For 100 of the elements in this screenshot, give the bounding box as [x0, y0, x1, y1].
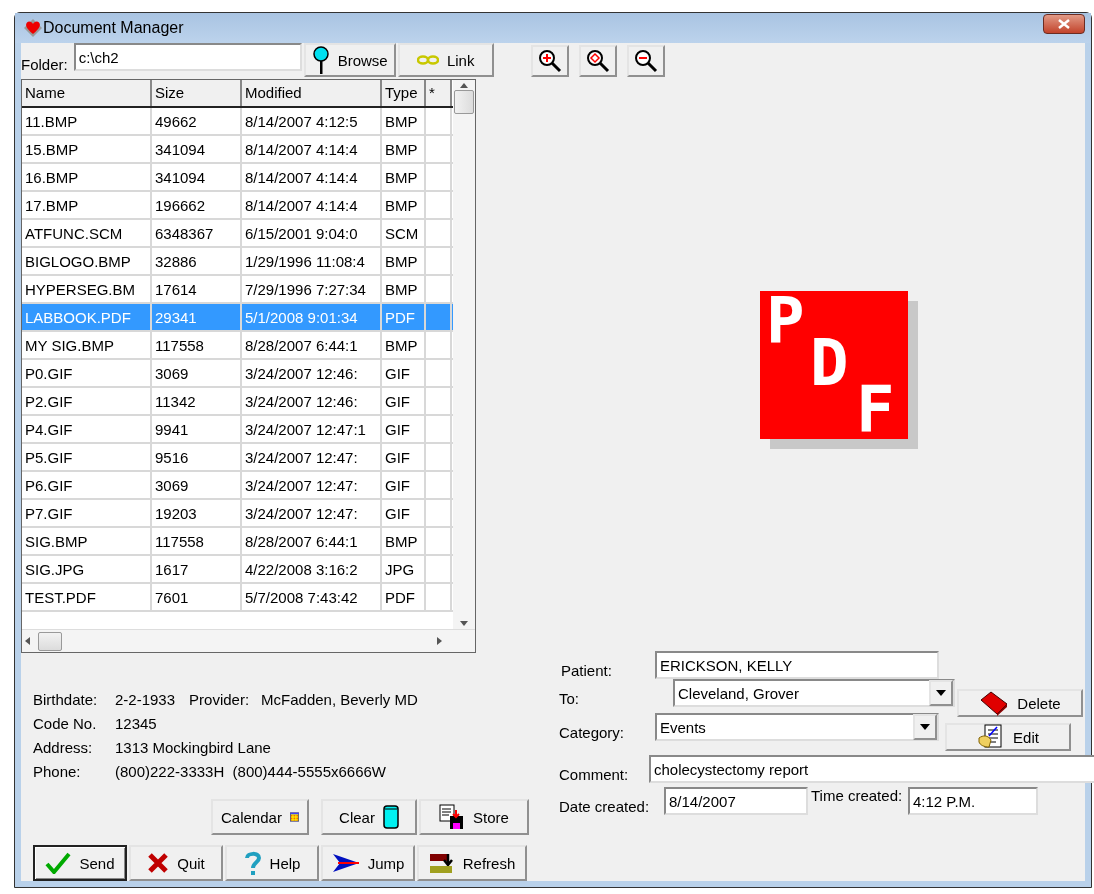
field-label: To: — [559, 690, 580, 707]
store-button[interactable]: Store — [419, 799, 529, 835]
chain-link-icon — [416, 55, 439, 65]
horizontal-scrollbar[interactable] — [22, 629, 475, 652]
table-cell: P0.GIF — [22, 360, 152, 387]
date-field[interactable]: 8/14/2007 — [664, 787, 808, 815]
zoom-in-button[interactable] — [531, 45, 569, 77]
comment-field[interactable]: cholecystectomy report — [649, 755, 1094, 783]
recipient-dropdown[interactable]: Cleveland, Grover — [673, 679, 955, 707]
table-cell: LABBOOK.PDF — [22, 304, 152, 331]
info-value: 1313 Mockingbird Lane — [115, 738, 271, 756]
refresh-button[interactable]: Refresh — [417, 845, 527, 881]
edit-button[interactable]: Edit — [945, 723, 1071, 751]
x-mark-icon — [147, 852, 170, 874]
table-cell: 29341 — [152, 304, 242, 331]
table-cell: P2.GIF — [22, 388, 152, 415]
link-button[interactable]: Link — [397, 43, 494, 77]
column-header[interactable]: Size — [152, 80, 242, 106]
field-label: Patient: — [561, 662, 613, 679]
table-row[interactable]: P2.GIF 11342 3/24/2007 12:46: GIF — [22, 388, 453, 416]
table-cell: 3/24/2007 12:46: — [242, 360, 382, 387]
table-row[interactable]: P5.GIF 9516 3/24/2007 12:47: GIF — [22, 444, 453, 472]
info-value: (800)222-3333H (800)444-5555x6666W — [115, 762, 386, 780]
table-row[interactable]: TEST.PDF 7601 5/7/2008 7:43:42 PDF — [22, 584, 453, 612]
table-cell: 8/14/2007 4:12:5 — [242, 108, 382, 135]
table-row[interactable]: 17.BMP 196662 8/14/2007 4:14:4 BMP — [22, 192, 453, 220]
jump-button[interactable]: Jump — [321, 845, 415, 881]
category-dropdown[interactable]: Events — [655, 713, 939, 741]
table-cell: 3069 — [152, 360, 242, 387]
table-cell: 196662 — [152, 192, 242, 219]
info-value: McFadden, Beverly MD — [261, 690, 418, 708]
table-cell: 1617 — [152, 556, 242, 583]
table-cell: 117558 — [152, 332, 242, 359]
table-cell: 4/22/2008 3:16:2 — [242, 556, 382, 583]
column-header[interactable]: Modified — [242, 80, 382, 106]
column-header[interactable]: * — [426, 80, 452, 106]
table-row[interactable]: SIG.JPG 1617 4/22/2008 3:16:2 JPG — [22, 556, 453, 584]
table-cell: 7601 — [152, 584, 242, 611]
table-cell: 5/7/2008 7:43:42 — [242, 584, 382, 611]
field-label: Folder: — [21, 56, 69, 75]
patient-field[interactable]: ERICKSON, KELLY — [655, 651, 939, 679]
scrollbar-thumb[interactable] — [454, 90, 474, 114]
table-row[interactable]: ATFUNC.SCM 6348367 6/15/2001 9:04:0 SCM — [22, 220, 453, 248]
folder-field[interactable]: c:\ch2 — [73, 43, 302, 71]
table-cell: BIGLOGO.BMP — [22, 248, 152, 275]
info-label: Address: — [33, 738, 94, 756]
clear-button[interactable]: Clear — [321, 799, 417, 835]
table-row[interactable]: P0.GIF 3069 3/24/2007 12:46: GIF — [22, 360, 453, 388]
table-cell: TEST.PDF — [22, 584, 152, 611]
table-row[interactable]: SIG.BMP 117558 8/28/2007 6:44:1 BMP — [22, 528, 453, 556]
vertical-scrollbar[interactable] — [453, 80, 475, 629]
table-cell: 5/1/2008 9:01:34 — [242, 304, 382, 331]
table-cell: 3/24/2007 12:47:1 — [242, 416, 382, 443]
table-cell: 1/29/1996 11:08:4 — [242, 248, 382, 275]
table-cell: 49662 — [152, 108, 242, 135]
table-row[interactable]: P4.GIF 9941 3/24/2007 12:47:1 GIF — [22, 416, 453, 444]
close-button[interactable] — [1043, 14, 1085, 34]
delete-button[interactable]: Delete — [957, 689, 1083, 717]
table-cell: BMP — [382, 192, 426, 219]
dropdown-button[interactable] — [929, 680, 953, 706]
table-row[interactable]: 11.BMP 49662 8/14/2007 4:12:5 BMP — [22, 108, 453, 136]
dropdown-button[interactable] — [913, 714, 937, 740]
table-cell: BMP — [382, 164, 426, 191]
table-cell: JPG — [382, 556, 426, 583]
table-row[interactable]: MY SIG.BMP 117558 8/28/2007 6:44:1 BMP — [22, 332, 453, 360]
table-row[interactable]: 16.BMP 341094 8/14/2007 4:14:4 BMP — [22, 164, 453, 192]
zoom-out-button[interactable] — [627, 45, 665, 77]
eraser-icon — [979, 690, 1010, 716]
table-row[interactable]: BIGLOGO.BMP 32886 1/29/1996 11:08:4 BMP — [22, 248, 453, 276]
quit-button[interactable]: Quit — [129, 845, 223, 881]
info-label: Birthdate: — [33, 690, 99, 708]
calendar-button[interactable]: Calendar — [211, 799, 309, 835]
zoom-button[interactable] — [579, 45, 617, 77]
browse-button[interactable]: Browse — [303, 43, 396, 77]
table-cell: 3/24/2007 12:47: — [242, 472, 382, 499]
table-cell: MY SIG.BMP — [22, 332, 152, 359]
column-header[interactable]: Type — [382, 80, 426, 106]
time-field[interactable]: 4:12 P.M. — [908, 787, 1038, 815]
table-cell: 8/14/2007 4:14:4 — [242, 192, 382, 219]
table-cell: 6348367 — [152, 220, 242, 247]
refresh-icon — [428, 851, 455, 875]
send-button[interactable]: Send — [33, 845, 127, 881]
table-cell: BMP — [382, 108, 426, 135]
info-label: Phone: — [33, 762, 82, 780]
table-row[interactable]: P6.GIF 3069 3/24/2007 12:47: GIF — [22, 472, 453, 500]
scrollbar-thumb[interactable] — [38, 631, 62, 651]
column-header[interactable]: Name — [22, 80, 152, 106]
help-button[interactable]: Help — [225, 845, 319, 881]
table-row[interactable]: 15.BMP 341094 8/14/2007 4:14:4 BMP — [22, 136, 453, 164]
table-cell: BMP — [382, 136, 426, 163]
info-label: Provider: — [189, 690, 251, 708]
table-cell: 17.BMP — [22, 192, 152, 219]
table-cell: 3/24/2007 12:47: — [242, 444, 382, 471]
table-cell: ATFUNC.SCM — [22, 220, 152, 247]
table-row[interactable]: P7.GIF 19203 3/24/2007 12:47: GIF — [22, 500, 453, 528]
arrow-icon — [331, 853, 360, 873]
table-cell: 19203 — [152, 500, 242, 527]
field-label: Time created: — [810, 787, 904, 804]
table-cell: 8/14/2007 4:14:4 — [242, 164, 382, 191]
table-cell: P6.GIF — [22, 472, 152, 499]
